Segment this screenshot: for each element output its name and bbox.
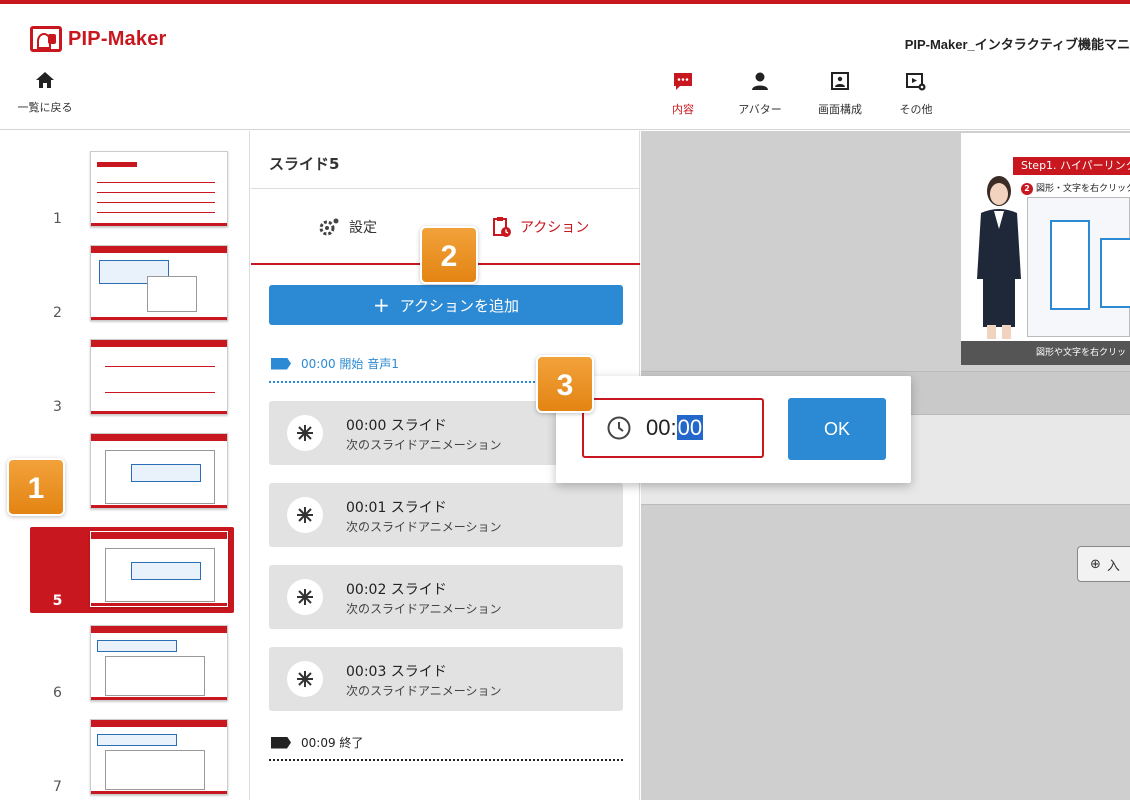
- action-subtitle: 次のスライドアニメーション: [346, 602, 502, 616]
- document-title: PIP-Maker_インタラクティブ機能マニ: [904, 37, 1130, 52]
- toolbar-item-avatar[interactable]: アバター: [725, 70, 795, 117]
- slide-animation-icon: [287, 415, 323, 451]
- toolbar-item-content[interactable]: 内容: [648, 70, 718, 117]
- step-text: 図形・文字を右クリック、: [1036, 184, 1130, 194]
- app-header: PIP-Maker PIP-Maker_インタラクティブ機能マニ 一覧に戻る 内…: [0, 4, 1130, 130]
- slide-thumbnail-image: [90, 719, 228, 795]
- add-input-button[interactable]: ⊕ 入: [1077, 546, 1130, 582]
- clipboard-clock-icon: [493, 216, 511, 237]
- slide-thumbnail-6[interactable]: 6: [30, 621, 234, 705]
- slide-animation-icon: [287, 579, 323, 615]
- slide-thumbnail-image: [90, 531, 228, 607]
- action-title: 00:00 スライド: [346, 418, 447, 434]
- slide-number: 3: [53, 399, 62, 415]
- slide-thumbnail-1[interactable]: 1: [30, 147, 234, 231]
- slide-thumbnail-2[interactable]: 2: [30, 241, 234, 325]
- action-subtitle: 次のスライドアニメーション: [346, 684, 502, 698]
- time-minutes: 00:: [646, 415, 677, 440]
- home-icon: [36, 72, 54, 88]
- slide-number: 5: [52, 593, 63, 609]
- slide-number: 1: [53, 211, 62, 227]
- callout-badge-1: 1: [7, 458, 65, 516]
- action-title: 00:03 スライド: [346, 664, 447, 680]
- action-item[interactable]: 00:01 スライド 次のスライドアニメーション: [269, 483, 623, 547]
- slide-thumbnail-5[interactable]: 5: [30, 527, 234, 613]
- preview-slide-header: Step1. ハイパーリンクを: [1013, 157, 1130, 175]
- time-input[interactable]: 00:00: [582, 398, 764, 458]
- clock-icon: [607, 416, 631, 440]
- slide-number: 6: [53, 685, 62, 701]
- avatar-icon: [752, 72, 768, 90]
- logo: PIP-Maker: [30, 26, 167, 52]
- back-label: 一覧に戻る: [17, 101, 73, 114]
- layout-icon: [831, 72, 849, 90]
- slide-thumbnail-image: [90, 625, 228, 701]
- add-action-label: アクションを追加: [399, 296, 520, 315]
- action-subtitle: 次のスライドアニメーション: [346, 438, 502, 452]
- callout-badge-3: 3: [536, 355, 594, 413]
- action-item[interactable]: 00:02 スライド 次のスライドアニメーション: [269, 565, 623, 629]
- pip-maker-logo-icon: [30, 26, 62, 52]
- slide-number: 7: [53, 779, 62, 795]
- other-icon: [906, 73, 926, 91]
- tab-label: 設定: [349, 219, 377, 236]
- avatar-figure: [977, 176, 1021, 339]
- time-seconds-selected: 00: [676, 415, 704, 440]
- toolbar-item-label: 画面構成: [818, 103, 862, 116]
- tab-settings[interactable]: 設定: [317, 189, 377, 264]
- circle-plus-icon: ⊕: [1090, 556, 1101, 572]
- end-tag-label: 00:09 終了: [301, 736, 364, 750]
- content-icon: [674, 73, 692, 90]
- slide-thumbnail-3[interactable]: 3: [30, 335, 234, 419]
- action-subtitle: 次のスライドアニメーション: [346, 520, 502, 534]
- slide-thumbnail-image: [90, 151, 228, 227]
- slide-thumbnail-image: [90, 245, 228, 321]
- gear-icon: [319, 218, 339, 235]
- toolbar-item-layout[interactable]: 画面構成: [805, 70, 875, 117]
- slide-thumbnail-image: [90, 433, 228, 509]
- preview-slide-step: 2図形・文字を右クリック、: [1021, 181, 1130, 195]
- tab-label: アクション: [520, 219, 590, 236]
- slide-animation-icon: [287, 661, 323, 697]
- add-action-button[interactable]: + アクションを追加: [269, 285, 623, 325]
- back-to-list-button[interactable]: 一覧に戻る: [0, 70, 90, 115]
- plus-icon: +: [372, 293, 390, 317]
- action-item[interactable]: 00:03 スライド 次のスライドアニメーション: [269, 647, 623, 711]
- end-flag-icon: [271, 736, 291, 749]
- toolbar-item-label: その他: [899, 103, 933, 116]
- time-popup: 00:00 OK: [556, 376, 911, 483]
- toolbar-item-label: アバター: [738, 103, 782, 116]
- panel-title: スライド5: [269, 155, 340, 173]
- preview-screenshot: [1027, 197, 1130, 337]
- timeline-divider: [269, 759, 623, 761]
- add-input-label: 入: [1106, 558, 1120, 574]
- end-tag[interactable]: 00:09 終了: [271, 734, 363, 751]
- preview-slide-footer: 図形や文字を右クリッ: [961, 341, 1130, 365]
- start-tag[interactable]: 00:00 開始 音声1: [271, 355, 399, 372]
- toolbar-item-label: 内容: [672, 103, 694, 116]
- toolbar-item-other[interactable]: その他: [881, 70, 951, 117]
- ok-button[interactable]: OK: [788, 398, 886, 460]
- time-value: 00:00: [646, 415, 704, 441]
- slide-animation-icon: [287, 497, 323, 533]
- slide-thumbnail-image: [90, 339, 228, 415]
- step-number: 2: [1021, 183, 1033, 195]
- start-flag-icon: [271, 357, 291, 370]
- slide-number: 2: [53, 305, 62, 321]
- action-title: 00:01 スライド: [346, 500, 447, 516]
- start-tag-label: 00:00 開始 音声1: [301, 357, 399, 371]
- slide-preview: Step1. ハイパーリンクを 2図形・文字を右クリック、 図形や文字を右クリッ: [961, 133, 1130, 365]
- action-title: 00:02 スライド: [346, 582, 447, 598]
- logo-text: PIP-Maker: [68, 27, 167, 50]
- tab-actions[interactable]: アクション: [492, 189, 589, 264]
- slide-thumbnail-7[interactable]: 7: [30, 715, 234, 799]
- callout-badge-2: 2: [420, 226, 478, 284]
